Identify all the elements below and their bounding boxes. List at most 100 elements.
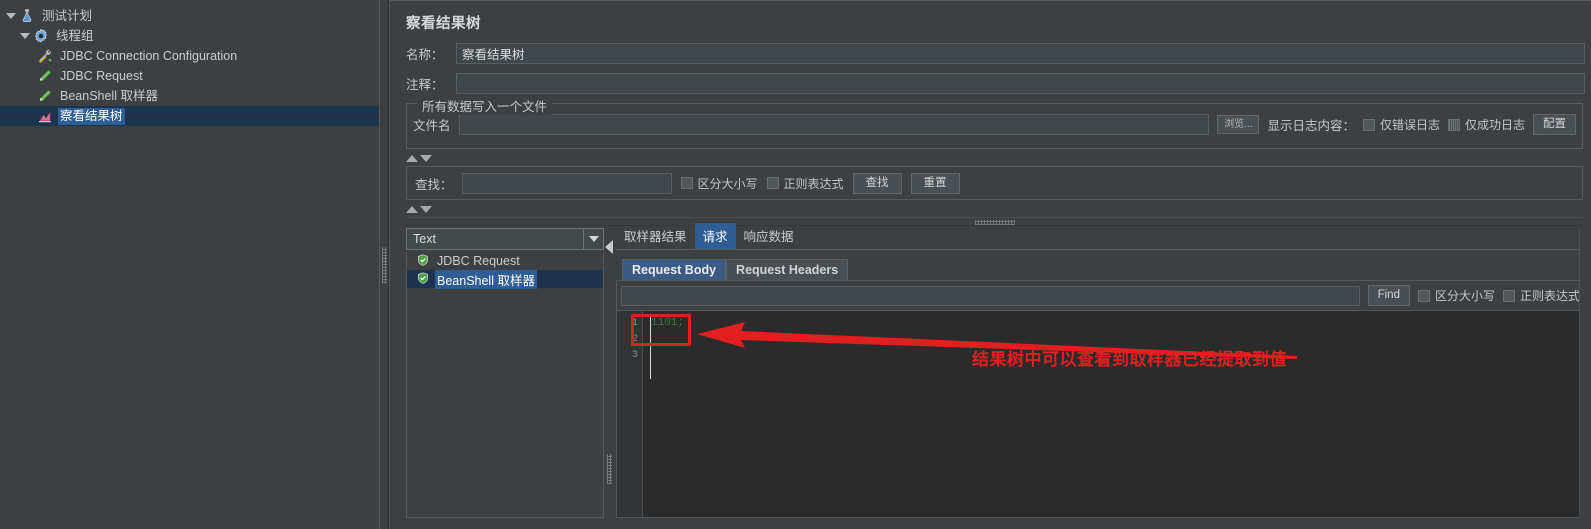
wrench-screwdriver-icon (36, 47, 54, 65)
log-display-label: 显示日志内容： (1267, 119, 1355, 133)
tab-sampler-result[interactable]: 取样器结果 (616, 223, 695, 249)
list-item[interactable]: BeanShell 取样器 (407, 269, 603, 289)
find-button[interactable]: 查找 (852, 172, 902, 194)
name-input[interactable] (456, 43, 1585, 64)
splitter-grip-icon (382, 246, 387, 283)
success-shield-icon (417, 271, 429, 287)
errors-only-label: 仅错误日志 (1379, 118, 1440, 132)
tab-request[interactable]: 请求 (694, 223, 736, 249)
splitter-grip-icon (607, 454, 612, 484)
request-find-bar: Find 区分大小写 正则表达式 (616, 280, 1585, 310)
tree-node-view-results-tree[interactable]: 察看结果树 (0, 106, 379, 126)
group-title: 所有数据写入一个文件 (417, 96, 553, 115)
name-field-row: 名称： (406, 43, 1585, 64)
checkbox-box-icon (1362, 118, 1375, 131)
comment-field-row: 注释： (406, 73, 1585, 94)
collapse-down-icon[interactable] (420, 154, 432, 162)
list-item-label: BeanShell 取样器 (435, 269, 537, 289)
tree-node-label: 测试计划 (42, 8, 93, 23)
tree-node-label: BeanShell 取样器 (60, 88, 158, 103)
section-collapse-controls[interactable] (406, 152, 1585, 164)
comment-input[interactable] (456, 73, 1585, 94)
code-text[interactable]: 1101; (643, 311, 1584, 517)
collapse-up-icon[interactable] (406, 154, 418, 162)
expand-toggle-icon[interactable] (18, 26, 32, 46)
subtab-request-body[interactable]: Request Body (622, 259, 727, 280)
tree-node-label: JDBC Request (60, 68, 143, 83)
sampler-results-list[interactable]: JDBC Request BeanShell 取样器 (406, 252, 604, 518)
success-shield-icon (417, 253, 429, 269)
filename-input[interactable] (458, 114, 1210, 135)
request-case-sensitive-label: 区分大小写 (1434, 289, 1495, 303)
request-case-sensitive-checkbox[interactable]: 区分大小写 (1417, 287, 1495, 304)
checkbox-box-icon (1417, 289, 1430, 302)
success-only-checkbox[interactable]: 仅成功日志 (1447, 116, 1525, 133)
list-item[interactable]: JDBC Request (407, 252, 603, 270)
flask-icon (18, 7, 36, 25)
tree-node-label: JDBC Connection Configuration (60, 48, 238, 63)
search-case-sensitive-checkbox[interactable]: 区分大小写 (680, 175, 758, 192)
reset-button[interactable]: 重置 (910, 172, 960, 194)
main-vertical-splitter[interactable] (379, 0, 389, 529)
tree-node-label: 线程组 (56, 28, 94, 43)
line-number: 1 (631, 317, 638, 329)
tree-node-thread-group[interactable]: 线程组 (0, 26, 379, 46)
list-item-label: JDBC Request (437, 254, 520, 268)
request-find-button[interactable]: Find (1367, 285, 1410, 306)
test-plan-tree[interactable]: 测试计划 线程组 JDBC Connection Configuration J… (0, 0, 379, 529)
line-number: 3 (631, 349, 638, 361)
errors-only-checkbox[interactable]: 仅错误日志 (1362, 116, 1440, 133)
subtab-request-headers[interactable]: Request Headers (726, 259, 849, 280)
write-all-data-to-file-group: 所有数据写入一个文件 文件名 浏览... 显示日志内容： 仅错误日志 仅成功日志… (406, 96, 1583, 149)
comment-label: 注释： (406, 78, 444, 92)
tree-node-test-plan[interactable]: 测试计划 (0, 6, 379, 26)
jmeter-window: 测试计划 线程组 JDBC Connection Configuration J… (0, 0, 1591, 529)
browse-button[interactable]: 浏览... (1217, 115, 1260, 134)
search-bar: 查找： 区分大小写 正则表达式 查找 重置 (406, 166, 1583, 200)
request-regex-checkbox[interactable]: 正则表达式 (1502, 287, 1580, 304)
search-input[interactable] (461, 172, 672, 194)
tree-node-jdbc-request[interactable]: JDBC Request (0, 66, 379, 86)
request-subtabs[interactable]: Request Body Request Headers (622, 258, 1585, 280)
detail-tabs[interactable]: 取样器结果 请求 响应数据 (616, 223, 1585, 250)
tree-node-label: 察看结果树 (58, 107, 125, 125)
splitter-grip-icon (974, 220, 1015, 225)
tree-node-jdbc-connection-configuration[interactable]: JDBC Connection Configuration (0, 46, 379, 66)
vertical-scrollbar[interactable] (1579, 228, 1585, 518)
checkbox-box-icon (1502, 289, 1515, 302)
collapse-down-icon[interactable] (420, 205, 432, 213)
pencil-icon (36, 87, 54, 105)
search-label: 查找： (415, 177, 453, 192)
page-title: 察看结果树 (406, 16, 481, 32)
chart-icon (36, 107, 54, 125)
expand-toggle-icon[interactable] (4, 6, 18, 26)
results-area: Text JDBC Request BeanShell 取样器 取样器结果 请求… (406, 223, 1585, 518)
results-detail-splitter[interactable] (604, 228, 616, 518)
search-regex-checkbox[interactable]: 正则表达式 (766, 175, 844, 192)
pencil-icon (36, 67, 54, 85)
text-caret (650, 315, 651, 379)
request-regex-label: 正则表达式 (1519, 289, 1580, 303)
code-line: 1101; (651, 317, 685, 329)
chevron-down-icon[interactable] (583, 229, 603, 249)
checkbox-box-icon (1447, 118, 1460, 131)
tab-response-data[interactable]: 响应数据 (736, 223, 802, 249)
tree-node-beanshell-sampler[interactable]: BeanShell 取样器 (0, 86, 379, 106)
collapse-left-icon[interactable] (605, 240, 613, 254)
request-find-input[interactable] (621, 285, 1360, 306)
gear-icon (32, 27, 50, 45)
annotation-text: 结果树中可以查看到取样器已经提取到值 (972, 350, 1287, 369)
detail-column: 取样器结果 请求 响应数据 Request Body Request Heade… (616, 223, 1585, 518)
render-type-value: Text (413, 232, 436, 246)
render-type-dropdown[interactable]: Text (406, 228, 604, 250)
collapse-up-icon[interactable] (406, 205, 418, 213)
line-number-gutter: 1 2 3 (617, 311, 643, 517)
section-collapse-controls-2[interactable] (406, 203, 1585, 215)
results-list-column: Text JDBC Request BeanShell 取样器 (406, 228, 604, 518)
view-results-tree-panel: 察看结果树 名称： 注释： 所有数据写入一个文件 文件名 浏览... 显示日志内… (389, 0, 1591, 529)
search-case-sensitive-label: 区分大小写 (697, 176, 758, 191)
request-body-editor[interactable]: 1 2 3 1101; (616, 310, 1585, 518)
horizontal-splitter[interactable] (406, 217, 1583, 226)
configure-button[interactable]: 配置 (1533, 114, 1576, 135)
filename-label: 文件名 (413, 119, 451, 133)
